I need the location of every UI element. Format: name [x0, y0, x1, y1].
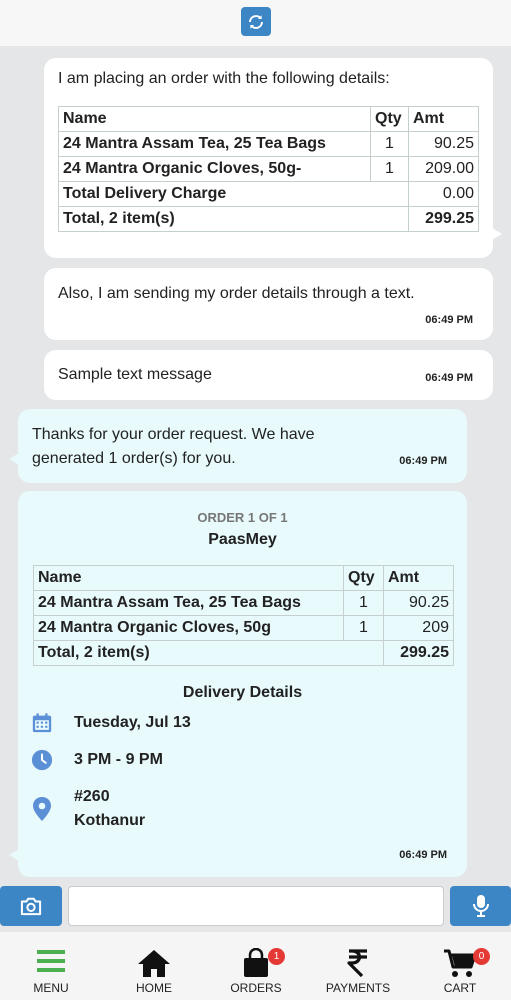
orders-badge: 1	[268, 948, 285, 965]
total-row: Total, 2 item(s) 299.25	[33, 640, 454, 666]
table-header-row: Name Qty Amt	[58, 106, 479, 132]
outgoing-order-message: I am placing an order with the following…	[44, 58, 502, 258]
order-table: Name Qty Amt 24 Mantra Assam Tea, 25 Tea…	[33, 565, 454, 666]
shopping-bag-icon	[206, 948, 306, 980]
nav-home[interactable]: HOME	[104, 932, 204, 1000]
item-name: 24 Mantra Assam Tea, 25 Tea Bags	[33, 590, 344, 616]
address-line-2: Kothanur	[74, 812, 146, 829]
nav-payments-label: PAYMENTS	[325, 981, 391, 995]
col-name-header: Name	[33, 565, 344, 591]
cart-badge: 0	[473, 948, 490, 965]
calendar-icon	[30, 711, 54, 735]
home-icon	[104, 948, 204, 980]
address-line-1: #260	[74, 788, 110, 805]
message-time: 06:49 PM	[425, 372, 473, 384]
item-amt: 209.00	[408, 156, 479, 182]
col-qty-header: Qty	[370, 106, 409, 132]
location-pin-icon	[30, 797, 54, 821]
nav-menu-label: MENU	[33, 981, 69, 995]
total-label: Total, 2 item(s)	[58, 206, 409, 232]
incoming-text-message: Thanks for your order request. We have g…	[9, 409, 467, 483]
col-qty-header: Qty	[343, 565, 384, 591]
item-qty: 1	[343, 615, 384, 641]
total-amt: 299.25	[383, 640, 454, 666]
message-time: 06:49 PM	[399, 849, 447, 861]
bottom-nav: MENU HOME 1 ORDERS PAYMENTS 0 CART	[0, 932, 511, 1000]
message-time: 06:49 PM	[399, 455, 447, 467]
clock-icon	[30, 748, 54, 772]
menu-icon	[1, 948, 101, 980]
table-row: 24 Mantra Assam Tea, 25 Tea Bags 1 90.25	[58, 131, 479, 157]
col-amt-header: Amt	[408, 106, 479, 132]
outgoing-text-message: Sample text message 06:49 PM	[44, 350, 493, 400]
item-qty: 1	[343, 590, 384, 616]
message-text: Also, I am sending my order details thro…	[58, 285, 415, 302]
message-text: Thanks for your order request. We have g…	[32, 426, 315, 467]
nav-cart-label: CART	[443, 981, 477, 995]
delivery-charge-row: Total Delivery Charge 0.00	[58, 181, 479, 207]
camera-button[interactable]	[0, 886, 62, 926]
message-input[interactable]	[68, 886, 444, 926]
total-amt: 299.25	[408, 206, 479, 232]
nav-cart[interactable]: 0 CART	[410, 932, 510, 1000]
refresh-icon	[249, 14, 263, 29]
delivery-charge-amt: 0.00	[408, 181, 479, 207]
message-input-bar	[0, 886, 511, 932]
camera-icon	[20, 897, 42, 916]
delivery-time-slot: 3 PM - 9 PM	[74, 751, 163, 768]
rupee-icon	[308, 948, 408, 980]
nav-orders[interactable]: 1 ORDERS	[206, 932, 306, 1000]
delivery-date-row: Tuesday, Jul 13	[30, 711, 191, 735]
delivery-charge-label: Total Delivery Charge	[58, 181, 409, 207]
order-table: Name Qty Amt 24 Mantra Assam Tea, 25 Tea…	[58, 106, 479, 232]
message-time: 06:49 PM	[425, 314, 473, 326]
item-name: 24 Mantra Assam Tea, 25 Tea Bags	[58, 131, 371, 157]
nav-menu[interactable]: MENU	[1, 932, 101, 1000]
message-intro: I am placing an order with the following…	[58, 70, 390, 87]
item-name: 24 Mantra Organic Cloves, 50g-	[58, 156, 371, 182]
total-label: Total, 2 item(s)	[33, 640, 384, 666]
incoming-order-card: ORDER 1 OF 1 PaasMey Name Qty Amt 24 Man…	[9, 491, 467, 877]
table-header-row: Name Qty Amt	[33, 565, 454, 591]
store-name: PaasMey	[208, 531, 277, 548]
microphone-icon	[472, 895, 489, 917]
item-name: 24 Mantra Organic Cloves, 50g	[33, 615, 344, 641]
microphone-button[interactable]	[450, 886, 511, 926]
table-row: 24 Mantra Organic Cloves, 50g- 1 209.00	[58, 156, 479, 182]
item-amt: 90.25	[383, 590, 454, 616]
order-count-label: ORDER 1 OF 1	[197, 510, 288, 525]
nav-orders-label: ORDERS	[230, 981, 282, 995]
nav-payments[interactable]: PAYMENTS	[308, 932, 408, 1000]
delivery-address-row: #260 Kothanur	[30, 785, 145, 833]
refresh-button[interactable]	[241, 7, 271, 36]
col-amt-header: Amt	[383, 565, 454, 591]
delivery-date: Tuesday, Jul 13	[74, 714, 191, 731]
delivery-time-row: 3 PM - 9 PM	[30, 748, 163, 772]
delivery-details-title: Delivery Details	[182, 684, 303, 701]
total-row: Total, 2 item(s) 299.25	[58, 206, 479, 232]
item-qty: 1	[370, 156, 409, 182]
message-text: Sample text message	[58, 366, 212, 383]
item-qty: 1	[370, 131, 409, 157]
cart-icon	[410, 948, 510, 980]
item-amt: 209	[383, 615, 454, 641]
table-row: 24 Mantra Organic Cloves, 50g 1 209	[33, 615, 454, 641]
item-amt: 90.25	[408, 131, 479, 157]
col-name-header: Name	[58, 106, 371, 132]
outgoing-text-message: Also, I am sending my order details thro…	[44, 268, 493, 340]
nav-home-label: HOME	[136, 981, 172, 995]
table-row: 24 Mantra Assam Tea, 25 Tea Bags 1 90.25	[33, 590, 454, 616]
top-bar	[0, 0, 511, 46]
